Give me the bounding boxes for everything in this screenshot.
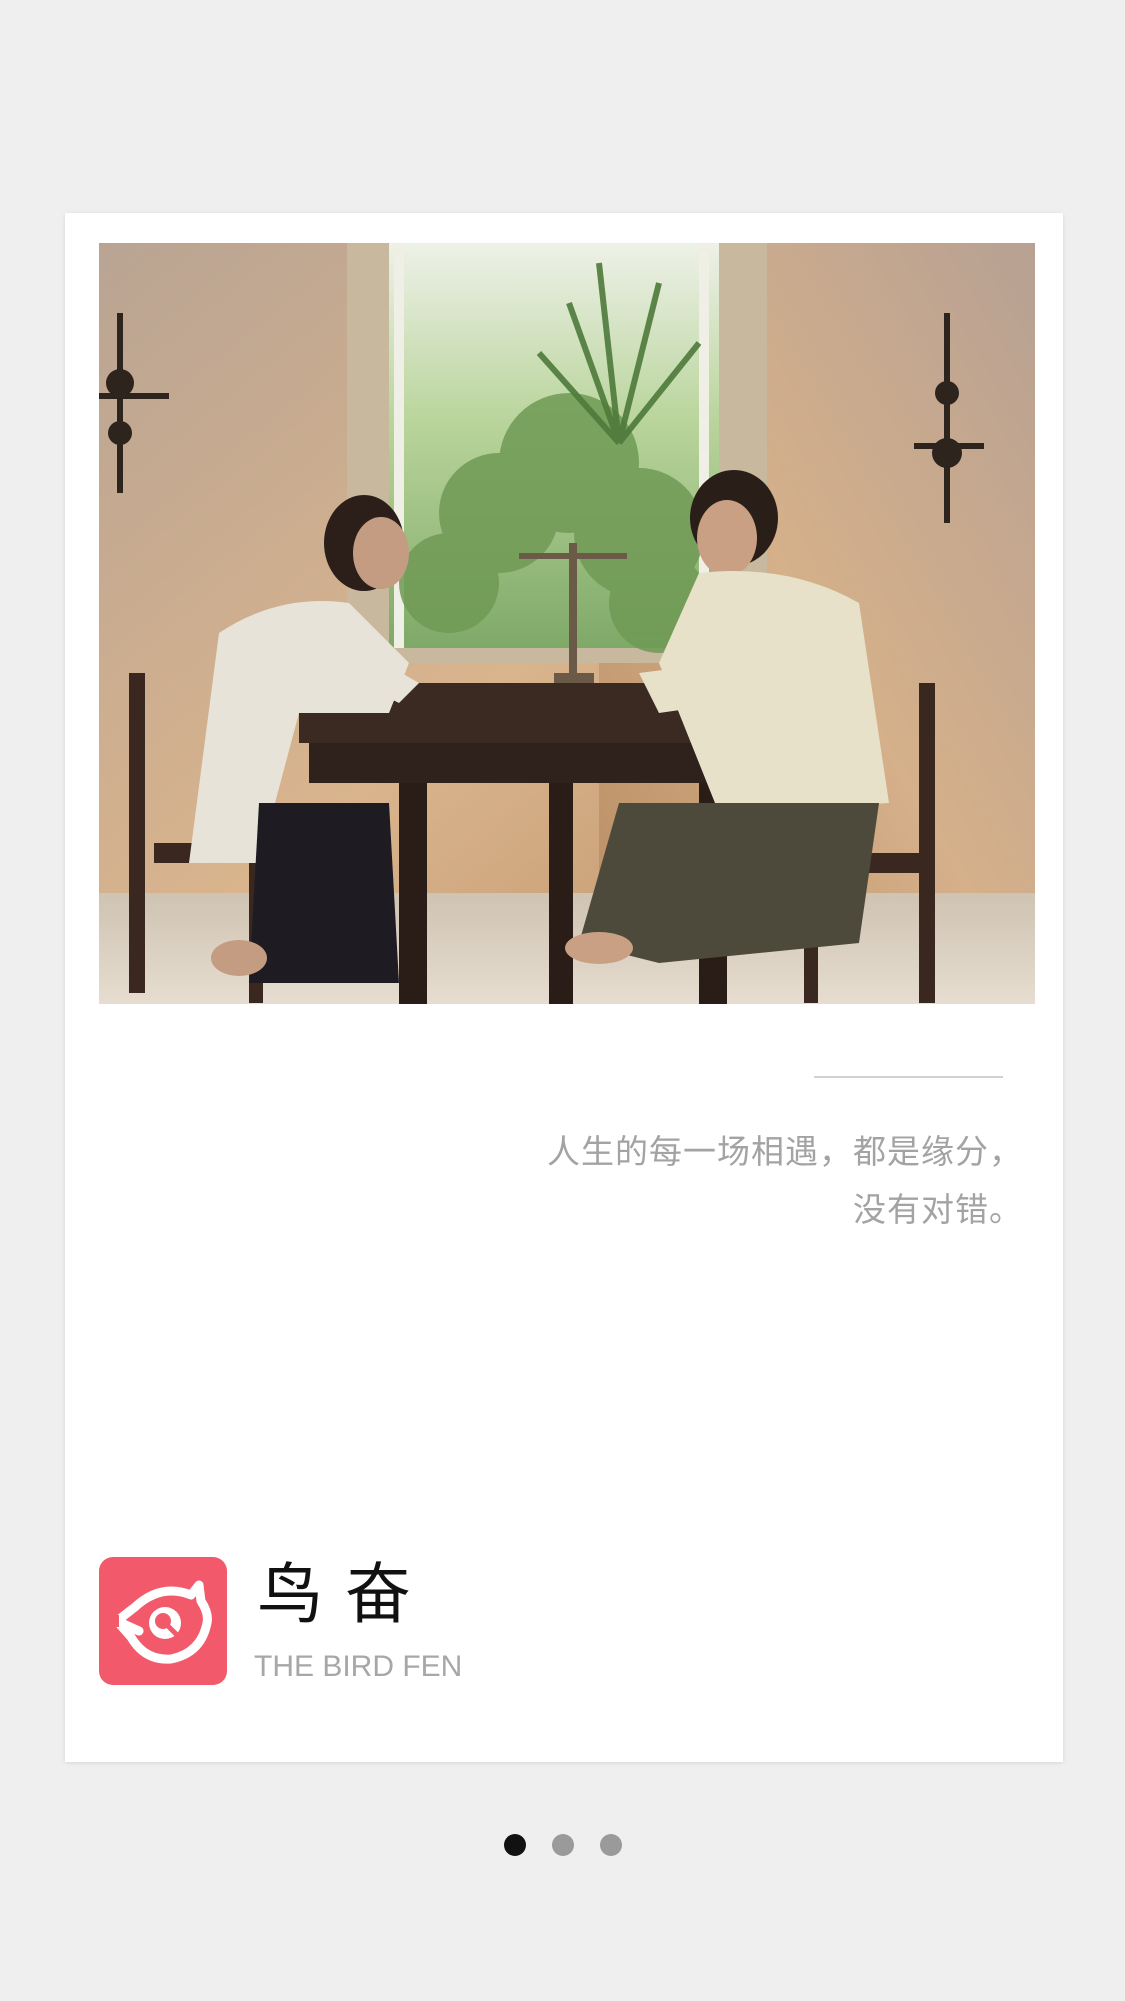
quote-line-2: 没有对错。: [853, 1190, 1023, 1229]
cover-photo: [99, 243, 1035, 1004]
quote-divider: [814, 1076, 1003, 1078]
page-dot-1[interactable]: [503, 1834, 526, 1856]
brand-block: 鸟奋 THE BIRD FEN: [99, 1557, 599, 1685]
quote-line-1: 人生的每一场相遇，都是缘分，: [547, 1132, 1023, 1171]
app-name: 鸟奋: [257, 1556, 433, 1633]
bird-eye-logo-icon: [99, 1557, 227, 1685]
app-subtitle: THE BIRD FEN: [254, 1650, 463, 1683]
page-dot-2[interactable]: [551, 1834, 574, 1856]
onboarding-card: 人生的每一场相遇，都是缘分， 没有对错。 鸟奋 THE BIRD FEN: [65, 213, 1063, 1762]
page-indicator: [0, 1834, 1125, 1858]
quote-text: 人生的每一场相遇，都是缘分， 没有对错。: [323, 1123, 1023, 1239]
page-dot-3[interactable]: [599, 1834, 622, 1856]
